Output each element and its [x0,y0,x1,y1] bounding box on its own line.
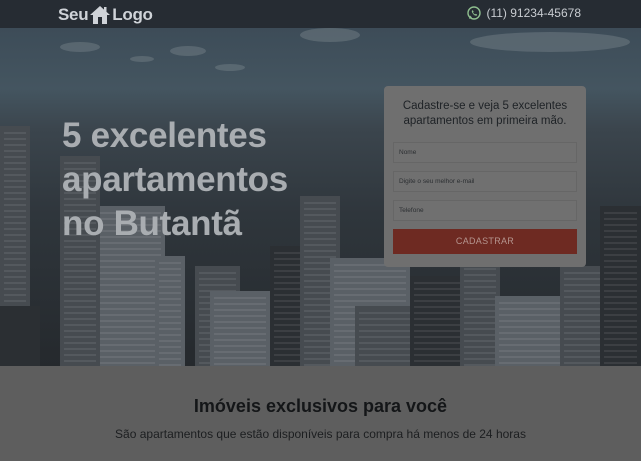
signup-form: Cadastre-se e veja 5 excelentes apartame… [384,86,586,267]
submit-button[interactable]: CADASTRAR [393,229,577,254]
logo-text-right: Logo [112,5,153,24]
house-icon [89,5,111,25]
headline-line: 5 excelentes [62,116,267,155]
section-subtitle: São apartamentos que estão disponíveis p… [115,427,526,441]
phone-contact[interactable]: (11) 91234-45678 [467,6,581,20]
phone-field[interactable]: Telefone [393,200,577,221]
form-title: Cadastre-se e veja 5 excelentes apartame… [402,100,568,127]
name-field[interactable]: Nome [393,142,577,163]
hero-headline: 5 excelentes apartamentos no Butantã [62,114,288,246]
exclusive-section: Imóveis exclusivos para você São apartam… [0,366,641,461]
headline-line: apartamentos [62,160,288,199]
phone-number: (11) 91234-45678 [486,6,581,20]
headline-line: no Butantã [62,204,242,243]
logo-text-left: Seu [58,5,89,24]
section-title: Imóveis exclusivos para você [193,396,448,416]
top-bar: Seu Logo (11) 91234-45678 [0,0,641,28]
whatsapp-icon [467,6,482,20]
email-field[interactable]: Digite o seu melhor e-mail [393,171,577,192]
site-logo[interactable]: Seu Logo [58,4,153,26]
